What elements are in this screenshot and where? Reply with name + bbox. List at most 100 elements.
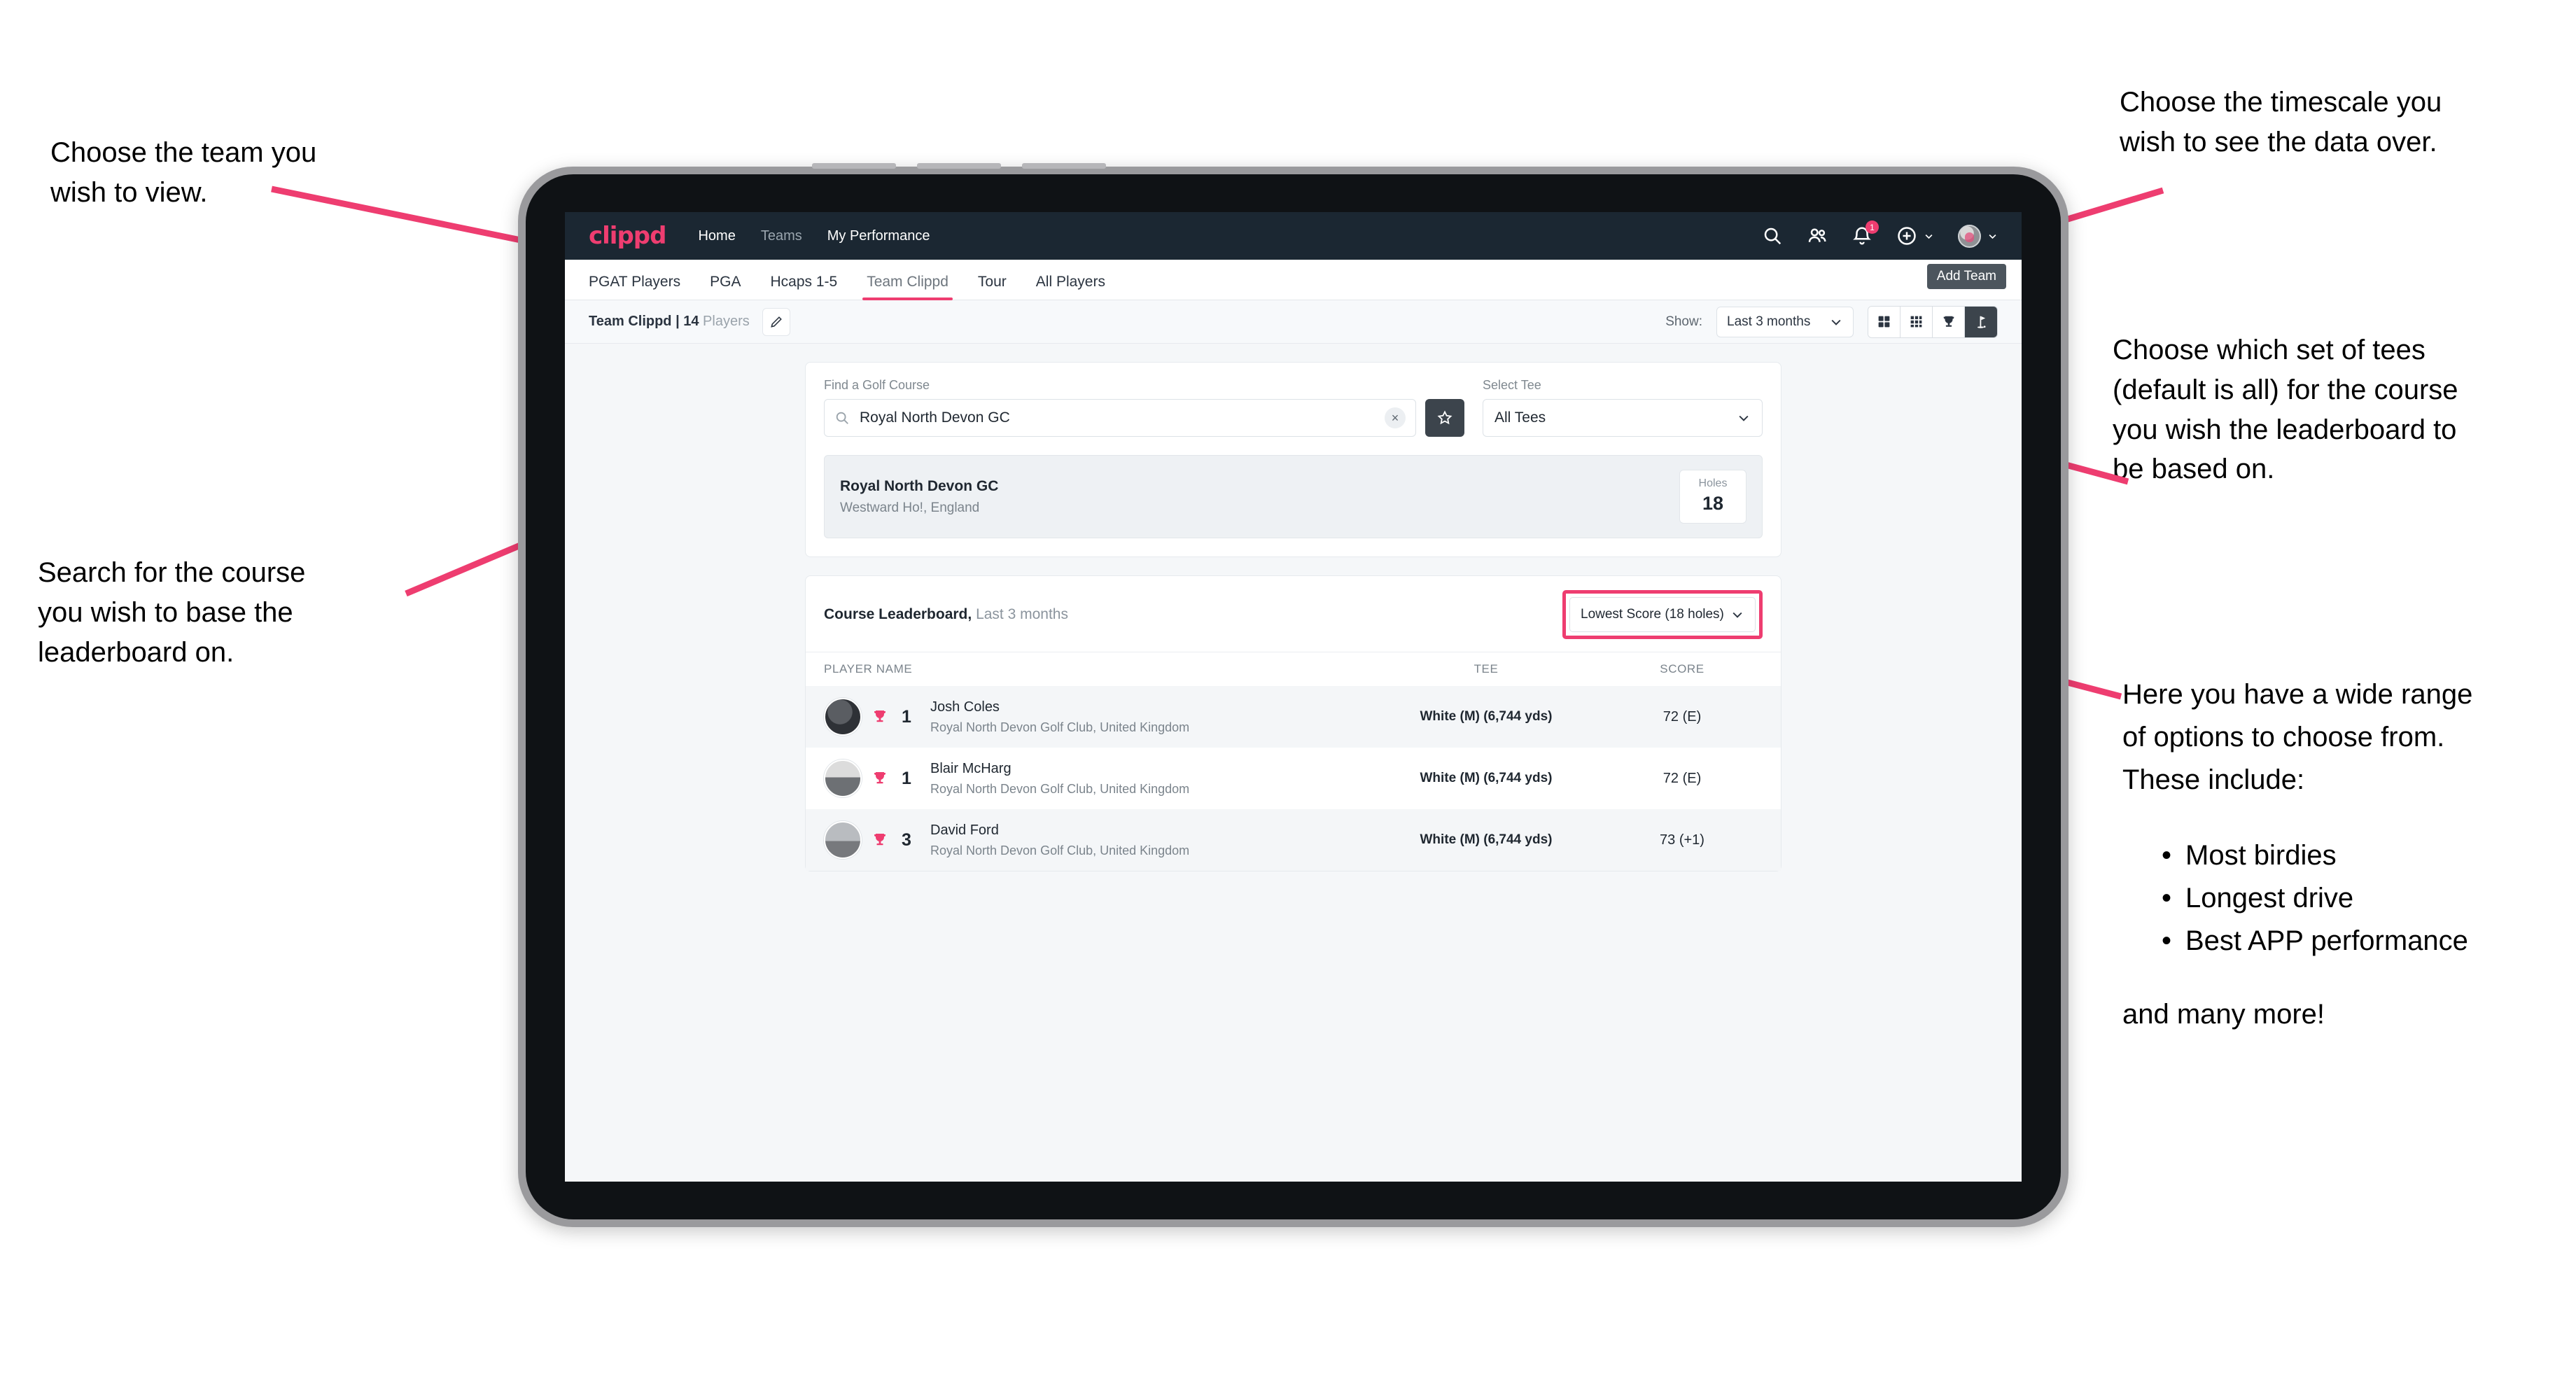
- chevron-down-icon: [1739, 415, 1749, 421]
- tablet-device-frame: clippd Home Teams My Performance 1 PGAT …: [518, 163, 2068, 1227]
- player-rank: 1: [902, 768, 911, 788]
- avatar[interactable]: [1958, 224, 1998, 248]
- grid-2x2-icon: [1878, 316, 1890, 328]
- player-score: 72 (E): [1662, 708, 1702, 724]
- nav-link-my-performance[interactable]: My Performance: [827, 228, 930, 244]
- notification-badge: 1: [1865, 220, 1879, 234]
- leaderboard-title-main: Course Leaderboard,: [824, 606, 972, 622]
- clear-search-button[interactable]: ×: [1385, 407, 1406, 428]
- clippd-logo[interactable]: clippd: [589, 222, 666, 250]
- column-tee: TEE: [1474, 662, 1499, 676]
- view-grid-3x3-button[interactable]: [1900, 306, 1933, 337]
- star-icon: [1437, 410, 1452, 425]
- player-club: Royal North Devon Golf Club, United King…: [930, 720, 1190, 734]
- player-rank: 1: [902, 706, 911, 727]
- tab-team-clippd[interactable]: Team Clippd: [862, 274, 953, 300]
- course-search-row: Find a Golf Course Royal North Devon GC …: [806, 363, 1781, 455]
- navbar-actions: 1: [1762, 220, 1998, 248]
- tee-select-column: Select Tee All Tees: [1483, 378, 1763, 437]
- player-cell: 3 David Ford Royal North Devon Golf Club…: [824, 821, 1371, 859]
- nav-link-teams[interactable]: Teams: [761, 228, 802, 244]
- column-player-name: PLAYER NAME: [824, 662, 913, 676]
- tee-select[interactable]: All Tees: [1483, 399, 1763, 437]
- leaderboard-sort-select[interactable]: Lowest Score (18 holes): [1569, 597, 1756, 632]
- trophy-icon: [874, 710, 886, 722]
- team-toolbar: Team Clippd | 14 Players Show: Last 3 mo…: [565, 300, 2022, 344]
- tab-pgat-players[interactable]: PGAT Players: [589, 274, 680, 300]
- nav-link-home[interactable]: Home: [698, 228, 735, 244]
- tab-all-players[interactable]: All Players: [1036, 274, 1105, 300]
- bullet-glyph: •: [2162, 840, 2172, 872]
- people-icon[interactable]: [1807, 225, 1828, 246]
- holes-label: Holes: [1698, 477, 1728, 489]
- course-result-location: Westward Ho!, England: [840, 500, 980, 515]
- volume-button: [812, 163, 896, 169]
- team-summary: Team Clippd | 14 Players: [589, 314, 750, 330]
- course-leaderboard-panel: Course Leaderboard, Last 3 months Lowest…: [805, 575, 1782, 872]
- find-course-label: Find a Golf Course: [824, 378, 930, 392]
- leaderboard-title: Course Leaderboard, Last 3 months: [824, 606, 1068, 623]
- annotation-option-label: Longest drive: [2185, 883, 2354, 914]
- course-result-card[interactable]: Royal North Devon GC Westward Ho!, Engla…: [824, 455, 1763, 538]
- bell-icon[interactable]: 1: [1851, 220, 1879, 246]
- add-team-tooltip: Add Team: [1926, 264, 2006, 289]
- annotation-option-item: • Longest drive: [2162, 877, 2570, 920]
- annotation-options: Here you have a wide range of options to…: [2122, 673, 2570, 1036]
- app-screen: clippd Home Teams My Performance 1 PGAT …: [565, 212, 2022, 1182]
- view-mode-toggle: [1868, 305, 1998, 338]
- annotation-search-course: Search for the course you wish to base t…: [38, 557, 306, 668]
- player-tee: White (M) (6,744 yds): [1420, 709, 1553, 724]
- player-info: Blair McHarg Royal North Devon Golf Club…: [930, 761, 1189, 797]
- holes-value: 18: [1702, 493, 1724, 514]
- chevron-down-icon: [1831, 319, 1841, 326]
- team-name: Team Clippd |: [589, 314, 684, 329]
- show-label: Show:: [1665, 314, 1702, 329]
- leaderboard-title-sub: Last 3 months: [972, 606, 1068, 622]
- view-trophy-button[interactable]: [1933, 306, 1965, 337]
- avatar: [824, 821, 862, 859]
- view-leaderboard-button[interactable]: [1965, 306, 1997, 337]
- player-tee: White (M) (6,744 yds): [1420, 771, 1553, 785]
- tab-tour[interactable]: Tour: [978, 274, 1007, 300]
- chevron-down-icon: [1732, 612, 1742, 618]
- bullet-glyph: •: [2162, 925, 2172, 956]
- tab-hcaps-1-5[interactable]: Hcaps 1-5: [770, 274, 837, 300]
- column-score: SCORE: [1660, 662, 1704, 676]
- plus-circle-icon[interactable]: [1896, 225, 1934, 246]
- table-row[interactable]: 3 David Ford Royal North Devon Golf Club…: [806, 809, 1781, 871]
- annotation-option-item: • Best APP performance: [2162, 920, 2570, 962]
- course-search-input[interactable]: Royal North Devon GC ×: [824, 399, 1416, 437]
- annotation-timescale: Choose the timescale you wish to see the…: [2120, 87, 2442, 158]
- navbar-links: Home Teams My Performance: [698, 228, 930, 244]
- timescale-select[interactable]: Last 3 months: [1716, 306, 1854, 337]
- table-row[interactable]: 1 Blair McHarg Royal North Devon Golf Cl…: [806, 748, 1781, 809]
- avatar: [824, 760, 862, 797]
- trophy-icon: [874, 772, 886, 784]
- annotation-options-outro: and many more!: [2122, 998, 2325, 1030]
- favourite-course-button[interactable]: [1425, 399, 1464, 437]
- annotation-option-label: Best APP performance: [2185, 925, 2468, 956]
- leaderboard-header: Course Leaderboard, Last 3 months Lowest…: [806, 576, 1781, 652]
- player-cell: 1 Blair McHarg Royal North Devon Golf Cl…: [824, 760, 1371, 797]
- player-club: Royal North Devon Golf Club, United King…: [930, 781, 1190, 796]
- search-wrapper: Royal North Devon GC ×: [824, 399, 1464, 437]
- sort-highlight-box: Lowest Score (18 holes): [1562, 590, 1763, 639]
- annotation-options-intro: Here you have a wide range of options to…: [2122, 679, 2473, 795]
- player-score: 73 (+1): [1660, 832, 1704, 848]
- player-club: Royal North Devon Golf Club, United King…: [930, 843, 1190, 858]
- tab-pga[interactable]: PGA: [710, 274, 741, 300]
- view-grid-2x2-button[interactable]: [1868, 306, 1900, 337]
- course-search-value: Royal North Devon GC: [860, 410, 1010, 426]
- select-tee-label: Select Tee: [1483, 378, 1541, 392]
- edit-team-button[interactable]: [762, 307, 790, 336]
- course-search-panel: Find a Golf Course Royal North Devon GC …: [805, 362, 1782, 557]
- table-row[interactable]: 1 Josh Coles Royal North Devon Golf Club…: [806, 686, 1781, 748]
- player-cell: 1 Josh Coles Royal North Devon Golf Club…: [824, 698, 1371, 736]
- leaderboard-sort-value: Lowest Score (18 holes): [1581, 607, 1724, 622]
- search-icon[interactable]: [1762, 225, 1783, 246]
- golf-flag-icon: [1977, 316, 1986, 328]
- avatar-image: [1958, 224, 1981, 248]
- leaderboard-column-headers: PLAYER NAME TEE SCORE: [806, 652, 1781, 686]
- toolbar-right: Show: Last 3 months: [1665, 305, 1998, 338]
- annotation-option-item: • Most birdies: [2162, 834, 2570, 877]
